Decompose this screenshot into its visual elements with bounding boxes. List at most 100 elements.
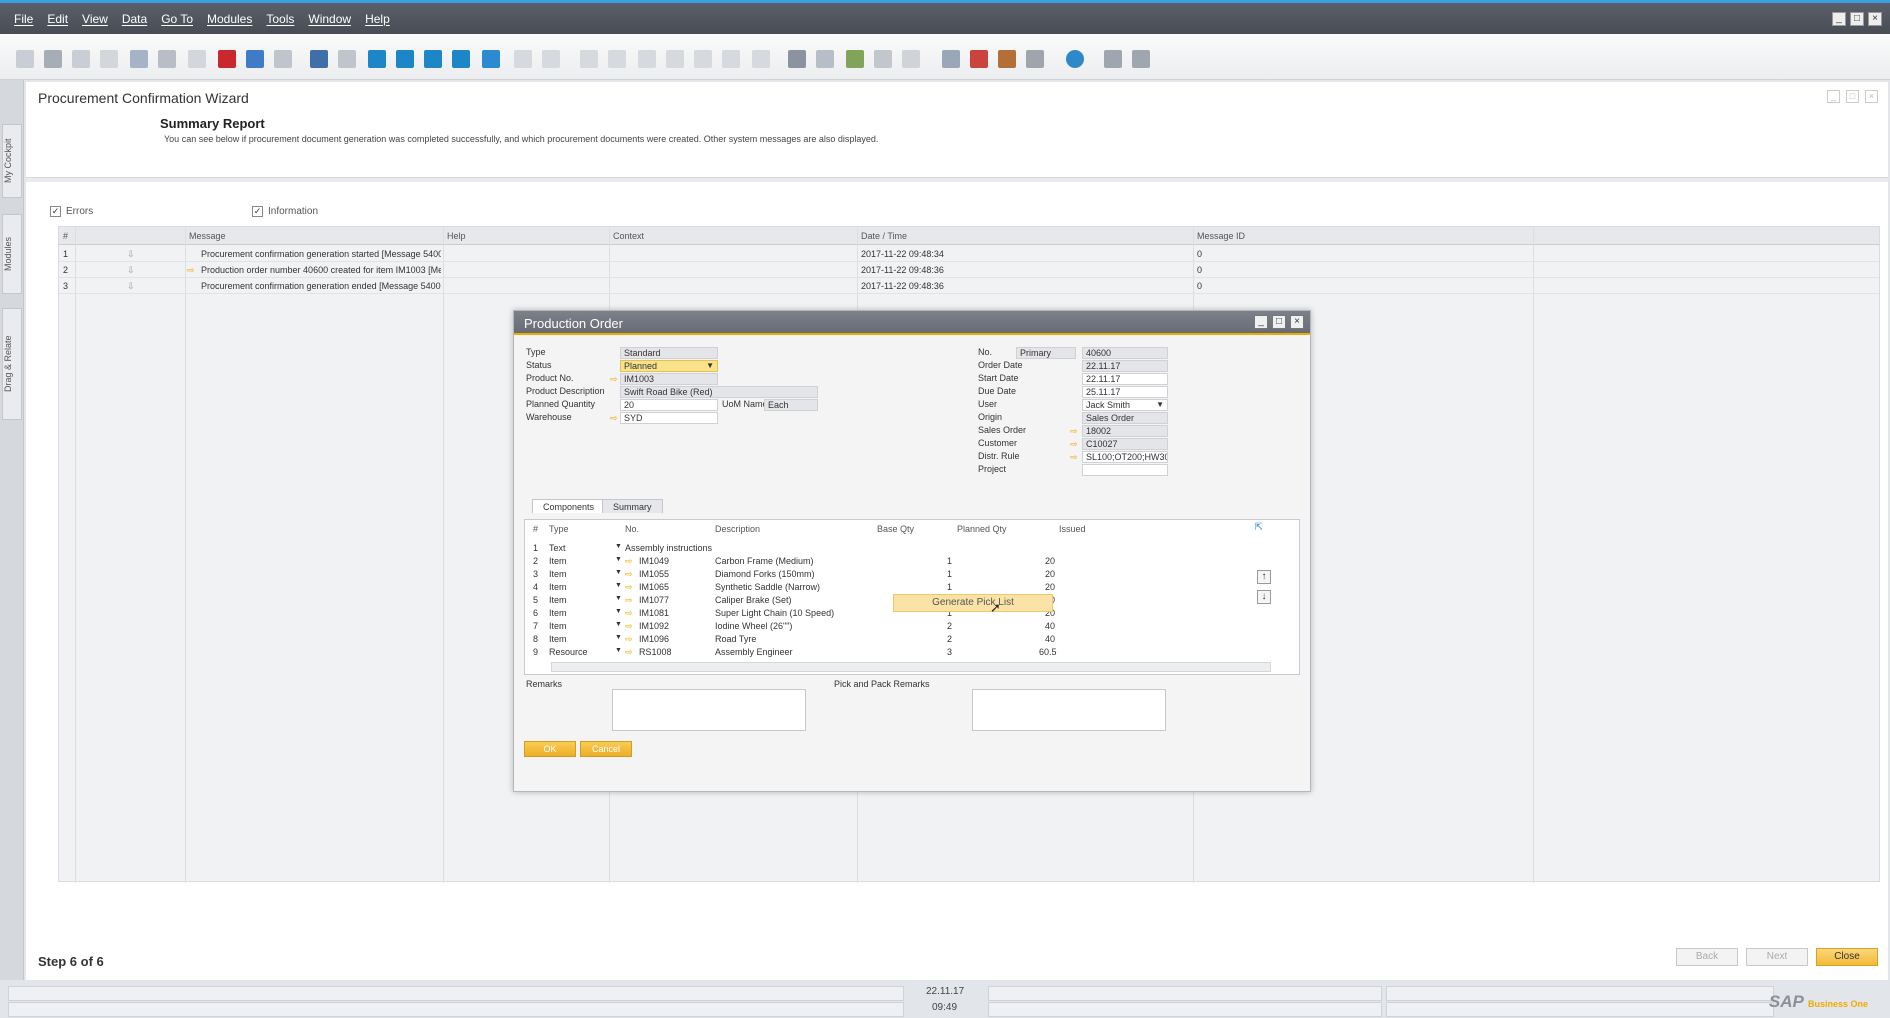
comp-col-issued[interactable]: Issued xyxy=(1059,524,1086,534)
link-arrow-icon[interactable]: ⇨ xyxy=(610,374,618,384)
comp-col-number[interactable]: # xyxy=(533,524,538,534)
next-button[interactable]: Next xyxy=(1746,948,1808,966)
user-dropdown[interactable]: Jack Smith ▼ xyxy=(1082,399,1168,411)
orange-link-arrow-icon[interactable]: ⇨ xyxy=(187,265,195,276)
menu-window[interactable]: Window xyxy=(308,12,351,26)
message-icon[interactable] xyxy=(874,50,892,68)
status-dropdown[interactable]: Planned ▼ xyxy=(620,360,718,372)
freight-icon[interactable] xyxy=(722,50,740,68)
move-up-icon[interactable]: ↑ xyxy=(1257,570,1271,584)
number-field[interactable]: 40600 xyxy=(1082,347,1168,359)
menu-goto[interactable]: Go To xyxy=(161,12,193,26)
table-row[interactable]: 3 ⇩ Procurement confirmation generation … xyxy=(59,278,1879,294)
information-checkbox[interactable]: ✓ xyxy=(252,206,263,217)
due-date-field[interactable]: 25.11.17 xyxy=(1082,386,1168,398)
add-icon[interactable] xyxy=(338,50,356,68)
comp-col-type[interactable]: Type xyxy=(549,524,569,534)
order-date-field[interactable]: 22.11.17 xyxy=(1082,360,1168,372)
wizard-maximize-icon[interactable]: □ xyxy=(1846,90,1859,103)
calculator-icon[interactable] xyxy=(998,50,1016,68)
excel-icon[interactable] xyxy=(158,50,176,68)
distr-rule-field[interactable]: SL100;OT200;HW300 xyxy=(1082,451,1168,463)
link-arrow-icon[interactable]: ⇩ xyxy=(127,281,135,292)
document-icon[interactable] xyxy=(816,50,834,68)
col-message-id[interactable]: Message ID xyxy=(1197,231,1245,241)
tab-summary[interactable]: Summary xyxy=(602,499,663,513)
link-arrow-icon[interactable]: ⇨ xyxy=(1070,426,1078,436)
table-row[interactable]: 2 Item ▼ ⇨ IM1049 Carbon Frame (Medium) … xyxy=(527,555,1267,568)
email-icon[interactable] xyxy=(72,50,90,68)
base-document-icon[interactable] xyxy=(580,50,598,68)
type-field[interactable]: Standard xyxy=(620,347,718,359)
col-help[interactable]: Help xyxy=(447,231,466,241)
tab-components[interactable]: Components xyxy=(532,499,606,513)
approve-icon[interactable] xyxy=(846,50,864,68)
po-close-icon[interactable]: × xyxy=(1290,315,1304,329)
next-record-icon[interactable] xyxy=(424,50,442,68)
close-icon[interactable]: × xyxy=(1868,12,1882,26)
minimize-icon[interactable]: _ xyxy=(1832,12,1846,26)
table-row[interactable]: 1 Text ▼ Assembly instructions xyxy=(527,542,1267,555)
col-context[interactable]: Context xyxy=(613,231,644,241)
origin-field[interactable]: Sales Order xyxy=(1082,412,1168,424)
binoculars-icon[interactable] xyxy=(310,50,328,68)
move-down-icon[interactable]: ↓ xyxy=(1257,590,1271,604)
word-icon[interactable] xyxy=(188,50,206,68)
link-arrow-icon[interactable]: ⇩ xyxy=(127,265,135,276)
sales-order-field[interactable]: 18002 xyxy=(1082,425,1168,437)
customer-field[interactable]: C10027 xyxy=(1082,438,1168,450)
link-arrow-icon[interactable]: ⇩ xyxy=(127,249,135,260)
sort-icon[interactable] xyxy=(542,50,560,68)
form-settings-icon[interactable] xyxy=(942,50,960,68)
link-arrow-icon[interactable]: ⇨ xyxy=(610,413,618,423)
production-order-title[interactable]: Production Order xyxy=(514,311,1310,335)
table-row[interactable]: 4 Item ▼ ⇨ IM1065 Synthetic Saddle (Narr… xyxy=(527,581,1267,594)
logoff-icon[interactable] xyxy=(1132,50,1150,68)
refresh-icon[interactable] xyxy=(482,50,500,68)
menu-modules[interactable]: Modules xyxy=(207,12,252,26)
po-maximize-icon[interactable]: □ xyxy=(1272,315,1286,329)
printer-settings-icon[interactable] xyxy=(1026,50,1044,68)
wizard-minimize-icon[interactable]: _ xyxy=(1827,90,1840,103)
menu-data[interactable]: Data xyxy=(122,12,147,26)
planned-quantity-field[interactable]: 20 xyxy=(620,399,718,411)
calendar-icon[interactable] xyxy=(970,50,988,68)
pdf-icon[interactable] xyxy=(218,50,236,68)
table-row[interactable]: 7 Item ▼ ⇨ IM1092 Iodine Wheel (26"") 2 … xyxy=(527,620,1267,633)
errors-checkbox[interactable]: ✓ xyxy=(50,206,61,217)
menu-tools[interactable]: Tools xyxy=(266,12,294,26)
menu-edit[interactable]: Edit xyxy=(47,12,68,26)
lock-icon[interactable] xyxy=(274,50,292,68)
po-minimize-icon[interactable]: _ xyxy=(1254,315,1268,329)
comp-col-base-qty[interactable]: Base Qty xyxy=(877,524,914,534)
first-record-icon[interactable] xyxy=(368,50,386,68)
project-field[interactable] xyxy=(1082,464,1168,476)
close-button[interactable]: Close xyxy=(1816,948,1878,966)
information-filter[interactable]: ✓ Information xyxy=(252,206,318,217)
link-arrow-icon[interactable]: ⇨ xyxy=(1070,452,1078,462)
menu-view[interactable]: View xyxy=(82,12,108,26)
payment-icon[interactable] xyxy=(694,50,712,68)
target-document-icon[interactable] xyxy=(608,50,626,68)
side-tab-drag-relate[interactable]: Drag & Relate xyxy=(2,308,22,420)
table-row[interactable]: 1 ⇩ Procurement confirmation generation … xyxy=(59,246,1879,262)
errors-filter[interactable]: ✓ Errors xyxy=(50,206,93,217)
back-button[interactable]: Back xyxy=(1676,948,1738,966)
start-date-field[interactable]: 22.11.17 xyxy=(1082,373,1168,385)
number-series-field[interactable]: Primary xyxy=(1016,347,1076,359)
volume-icon[interactable] xyxy=(752,50,770,68)
restore-icon[interactable]: □ xyxy=(1850,12,1864,26)
journal-icon[interactable] xyxy=(638,50,656,68)
edit-icon[interactable] xyxy=(788,50,806,68)
previous-record-icon[interactable] xyxy=(396,50,414,68)
table-row[interactable]: 8 Item ▼ ⇨ IM1096 Road Tyre 2 40 xyxy=(527,633,1267,646)
gross-profit-icon[interactable] xyxy=(666,50,684,68)
pick-pack-remarks-field[interactable] xyxy=(972,689,1166,731)
product-no-field[interactable]: IM1003 xyxy=(620,373,718,385)
link-arrow-icon[interactable]: ⇨ xyxy=(1070,439,1078,449)
col-number[interactable]: # xyxy=(63,231,68,241)
alert-icon[interactable] xyxy=(902,50,920,68)
comp-col-planned-qty[interactable]: Planned Qty xyxy=(957,524,1007,534)
menu-file[interactable]: File xyxy=(14,12,33,26)
generate-pick-list-menu-item[interactable]: Generate Pick List xyxy=(893,594,1053,612)
